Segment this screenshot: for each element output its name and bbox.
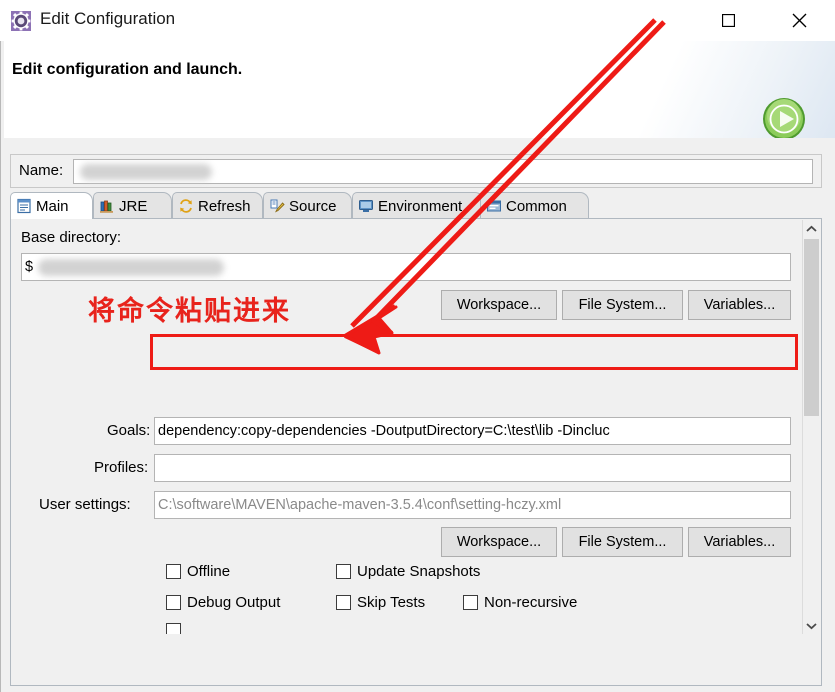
tab-main[interactable]: Main xyxy=(10,192,93,219)
tab-refresh-label: Refresh xyxy=(198,197,251,215)
checkbox-debug-output-box[interactable] xyxy=(166,595,181,610)
maximize-icon xyxy=(721,14,735,27)
common-icon xyxy=(486,198,502,214)
base-directory-variables-button[interactable]: Variables... xyxy=(688,290,791,320)
checkbox-non-recursive-box[interactable] xyxy=(463,595,478,610)
checkbox-debug-output[interactable]: Debug Output xyxy=(166,594,280,611)
checkbox-debug-output-label: Debug Output xyxy=(187,594,281,611)
main-tab-panel: Base directory: $ Workspace... File Syst… xyxy=(10,218,822,686)
base-directory-label: Base directory: xyxy=(21,229,122,246)
goals-value: dependency:copy-dependencies -DoutputDir… xyxy=(158,423,610,439)
gear-icon xyxy=(10,10,32,32)
tab-environment-label: Environment xyxy=(378,197,463,215)
window-left-edge xyxy=(0,41,4,692)
tab-source-label: Source xyxy=(289,197,337,215)
checkbox-non-recursive[interactable]: Non-recursive xyxy=(463,594,577,611)
user-settings-variables-button[interactable]: Variables... xyxy=(688,527,791,557)
source-edit-icon xyxy=(269,198,285,214)
checkbox-update-snapshots-label: Update Snapshots xyxy=(357,563,481,580)
checkbox-offline[interactable]: Offline xyxy=(166,563,230,580)
banner-heading: Edit configuration and launch. xyxy=(12,61,243,78)
panel-scrollbar[interactable] xyxy=(802,220,820,634)
tab-common-label: Common xyxy=(506,197,567,215)
user-settings-input[interactable]: C:\software\MAVEN\apache-maven-3.5.4\con… xyxy=(154,491,791,519)
base-directory-workspace-button[interactable]: Workspace... xyxy=(441,290,557,320)
main-tab-content: Base directory: $ Workspace... File Syst… xyxy=(11,219,799,634)
redacted-name-value xyxy=(80,164,212,180)
checkbox-partially-visible-box[interactable] xyxy=(166,623,181,634)
user-settings-file-system-button[interactable]: File System... xyxy=(562,527,683,557)
goals-label: Goals: xyxy=(107,422,151,439)
user-settings-value: C:\software\MAVEN\apache-maven-3.5.4\con… xyxy=(158,497,562,513)
tab-common[interactable]: Common xyxy=(480,192,589,219)
window-title: Edit Configuration xyxy=(40,9,176,28)
maximize-button[interactable] xyxy=(705,0,751,41)
edit-configuration-dialog: Edit Configuration Edit configuration an… xyxy=(0,0,835,692)
user-settings-workspace-button[interactable]: Workspace... xyxy=(441,527,557,557)
tab-strip: Main JRE Refresh Source Environment Comm… xyxy=(10,192,822,219)
dialog-banner: Edit configuration and launch. xyxy=(0,41,835,142)
profiles-label: Profiles: xyxy=(94,459,149,476)
scrollbar-thumb[interactable] xyxy=(804,239,819,416)
tab-main-label: Main xyxy=(36,197,69,215)
base-directory-input[interactable]: $ xyxy=(21,253,791,281)
name-row: Name: xyxy=(10,154,822,188)
scroll-up-button[interactable] xyxy=(803,220,820,237)
tab-source[interactable]: Source xyxy=(263,192,352,219)
chevron-up-icon xyxy=(806,225,817,232)
checkbox-skip-tests[interactable]: Skip Tests xyxy=(336,594,425,611)
tab-refresh[interactable]: Refresh xyxy=(172,192,263,219)
goals-input[interactable]: dependency:copy-dependencies -DoutputDir… xyxy=(154,417,791,445)
checkbox-non-recursive-label: Non-recursive xyxy=(484,594,578,611)
green-run-play-icon xyxy=(761,96,807,142)
profiles-input[interactable] xyxy=(154,454,791,482)
environment-icon xyxy=(358,198,374,214)
user-settings-label: User settings: xyxy=(39,496,131,513)
checkbox-update-snapshots-box[interactable] xyxy=(336,564,351,579)
checkbox-update-snapshots[interactable]: Update Snapshots xyxy=(336,563,480,580)
scroll-down-button[interactable] xyxy=(803,617,820,634)
title-bar: Edit Configuration xyxy=(0,0,835,41)
checkbox-skip-tests-label: Skip Tests xyxy=(357,594,426,611)
books-icon xyxy=(99,198,115,214)
checkbox-offline-label: Offline xyxy=(187,563,231,580)
tab-environment[interactable]: Environment xyxy=(352,192,484,219)
base-directory-value: $ xyxy=(25,259,34,275)
name-input[interactable] xyxy=(73,159,813,184)
refresh-icon xyxy=(178,198,194,214)
base-directory-file-system-button[interactable]: File System... xyxy=(562,290,683,320)
dialog-body: Name: Main JRE Refresh Source Environmen… xyxy=(0,138,835,692)
chevron-down-icon xyxy=(806,622,817,629)
close-button[interactable] xyxy=(776,0,822,41)
checkbox-offline-box[interactable] xyxy=(166,564,181,579)
name-label: Name: xyxy=(19,162,64,179)
close-icon xyxy=(792,13,806,28)
tab-jre[interactable]: JRE xyxy=(93,192,172,219)
redacted-base-directory-value xyxy=(38,259,224,276)
tab-jre-label: JRE xyxy=(119,197,148,215)
checkbox-skip-tests-box[interactable] xyxy=(336,595,351,610)
document-icon xyxy=(16,198,32,214)
